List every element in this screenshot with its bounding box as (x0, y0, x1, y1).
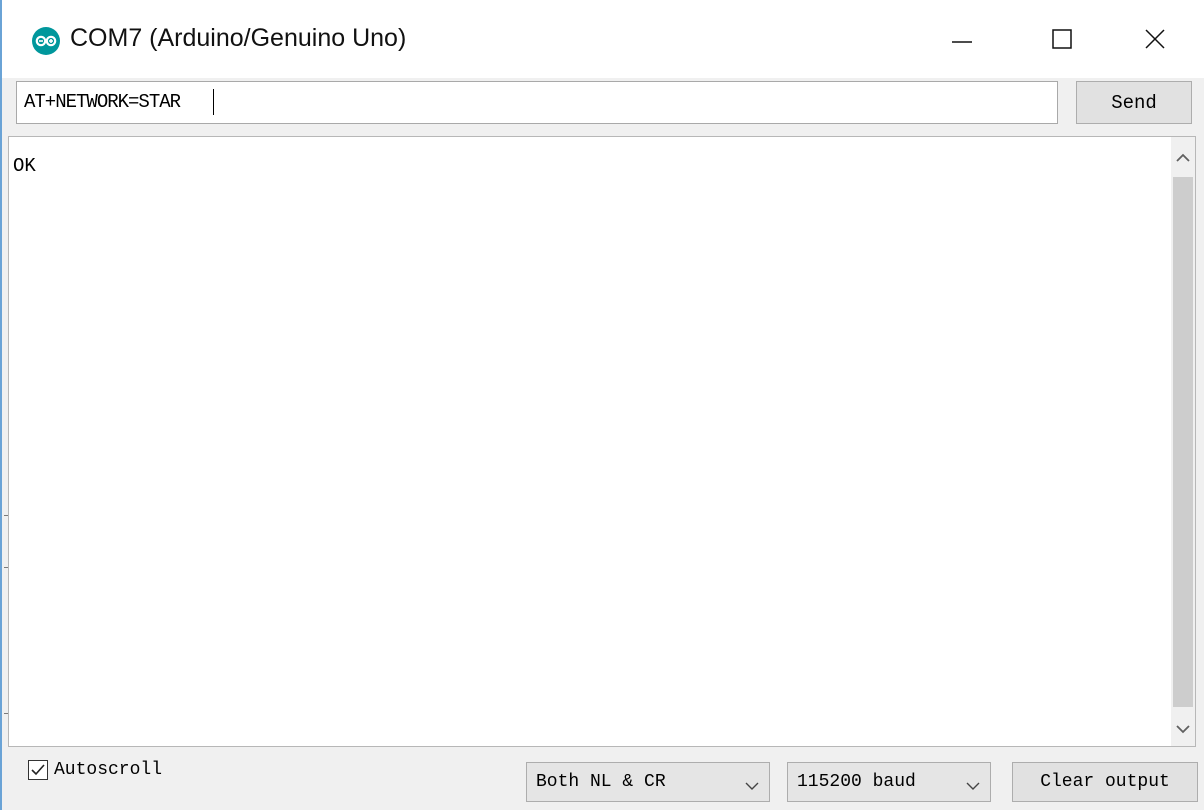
line-ending-value: Both NL & CR (536, 772, 666, 792)
baud-rate-value: 115200 baud (797, 772, 916, 792)
output-text: OK (13, 155, 36, 177)
autoscroll-checkbox[interactable] (28, 760, 48, 780)
serial-output[interactable]: OK (8, 136, 1196, 747)
chevron-down-icon (745, 777, 759, 797)
edge-tick (4, 515, 8, 516)
text-caret (213, 89, 214, 115)
command-row: AT+NETWORK=STAR Send (2, 78, 1204, 136)
minimize-button[interactable] (930, 0, 994, 78)
maximize-button[interactable] (1030, 0, 1094, 78)
send-button[interactable]: Send (1076, 81, 1192, 124)
scroll-up-button[interactable] (1171, 145, 1195, 173)
chevron-down-icon (1176, 721, 1190, 739)
command-input[interactable] (16, 81, 1058, 124)
scroll-down-button[interactable] (1171, 716, 1195, 744)
autoscroll-toggle[interactable]: Autoscroll (28, 760, 162, 780)
line-ending-select[interactable]: Both NL & CR (526, 762, 770, 802)
edge-tick (4, 567, 8, 568)
close-button[interactable] (1123, 0, 1187, 78)
baud-rate-select[interactable]: 115200 baud (787, 762, 991, 802)
close-icon (1144, 28, 1166, 50)
vertical-scrollbar[interactable] (1171, 137, 1195, 746)
scrollbar-thumb[interactable] (1173, 177, 1193, 707)
arduino-logo-icon (32, 27, 60, 55)
edge-tick (4, 713, 8, 714)
clear-output-button[interactable]: Clear output (1012, 762, 1198, 802)
chevron-down-icon (966, 777, 980, 797)
chevron-up-icon (1176, 150, 1190, 168)
window-title: COM7 (Arduino/Genuino Uno) (70, 24, 407, 52)
status-bar: Autoscroll Both NL & CR 115200 baud Clea… (2, 747, 1204, 810)
minimize-icon (951, 28, 973, 50)
checkmark-icon (31, 764, 45, 776)
autoscroll-label: Autoscroll (54, 760, 163, 780)
maximize-icon (1051, 28, 1073, 50)
serial-monitor-window: COM7 (Arduino/Genuino Uno) AT+NETWORK=ST… (0, 0, 1204, 810)
title-bar[interactable]: COM7 (Arduino/Genuino Uno) (2, 0, 1204, 78)
